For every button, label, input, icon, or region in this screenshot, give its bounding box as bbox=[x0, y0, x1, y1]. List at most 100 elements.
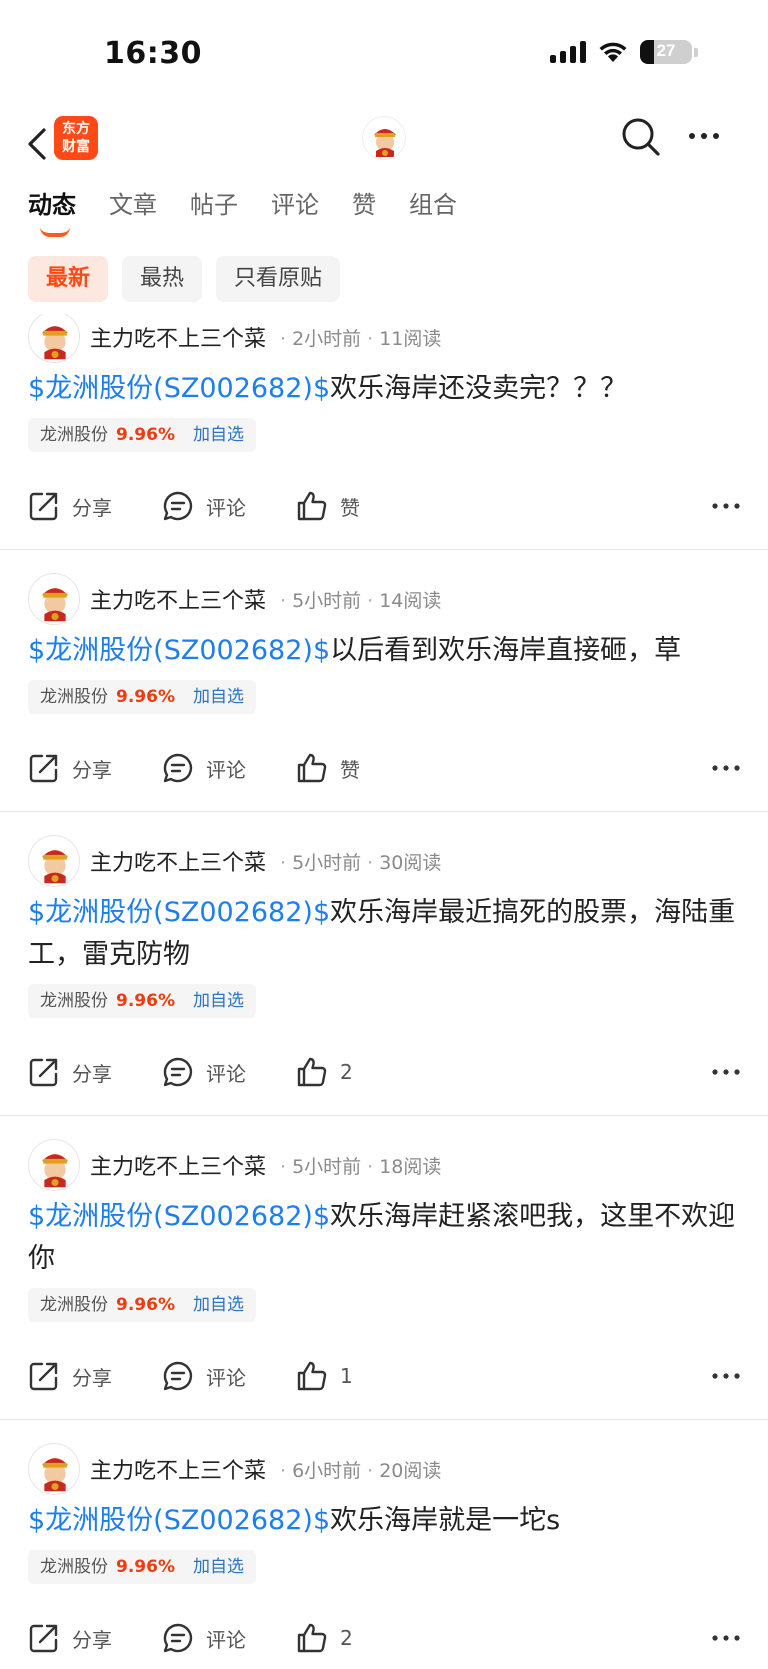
filter-original-only[interactable]: 只看原贴 bbox=[216, 256, 341, 302]
logo-text-line2: 财富 bbox=[62, 139, 90, 155]
share-icon bbox=[29, 492, 58, 521]
add-watchlist-button[interactable]: 加自选 bbox=[193, 984, 244, 1018]
like-label: 1 bbox=[340, 1364, 353, 1388]
post-content[interactable]: $龙洲股份(SZ002682)$欢乐海岸最近搞死的股票，海陆重工，雷克防物 bbox=[28, 892, 740, 976]
author-name[interactable]: 主力吃不上三个菜 bbox=[90, 845, 266, 877]
filter-latest[interactable]: 最新 bbox=[28, 256, 109, 302]
stock-link[interactable]: $龙洲股份(SZ002682)$ bbox=[28, 635, 330, 666]
post-header: 主力吃不上三个菜 · 2小时前 · 11阅读 bbox=[28, 314, 442, 363]
share-icon bbox=[29, 1624, 58, 1653]
tab-articles[interactable]: 文章 bbox=[109, 183, 157, 233]
comment-icon bbox=[163, 753, 193, 783]
post-item[interactable]: 主力吃不上三个菜 · 6小时前 · 20阅读 $龙洲股份(SZ002682)$欢乐海岸… bbox=[0, 1420, 768, 1669]
eastmoney-logo[interactable]: 东方 财富 bbox=[54, 116, 98, 160]
comment-label: 评论 bbox=[206, 495, 246, 520]
like-button[interactable]: 1 bbox=[296, 1360, 353, 1392]
stock-tag[interactable]: 龙洲股份 9.96% 加自选 bbox=[28, 984, 256, 1018]
comment-button[interactable]: 评论 bbox=[162, 1360, 246, 1392]
search-icon[interactable] bbox=[620, 116, 662, 158]
stock-link[interactable]: $龙洲股份(SZ002682)$ bbox=[28, 897, 330, 928]
add-watchlist-button[interactable]: 加自选 bbox=[193, 680, 244, 714]
post-more-icon[interactable] bbox=[712, 752, 740, 784]
stock-link[interactable]: $龙洲股份(SZ002682)$ bbox=[28, 1201, 330, 1232]
tab-posts[interactable]: 帖子 bbox=[190, 183, 238, 233]
author-avatar[interactable] bbox=[28, 835, 80, 887]
comment-button[interactable]: 评论 bbox=[162, 490, 246, 522]
stock-tag[interactable]: 龙洲股份 9.96% 加自选 bbox=[28, 418, 256, 452]
post-meta: · 2小时前 · 11阅读 bbox=[280, 327, 442, 350]
like-label: 赞 bbox=[340, 757, 360, 782]
post-item[interactable]: 主力吃不上三个菜 · 5小时前 · 14阅读 $龙洲股份(SZ002682)$以后看到… bbox=[0, 550, 768, 812]
post-content[interactable]: $龙洲股份(SZ002682)$欢乐海岸还没卖完？？？ bbox=[28, 368, 740, 410]
author-name[interactable]: 主力吃不上三个菜 bbox=[90, 583, 266, 615]
thumbs-up-icon bbox=[297, 1057, 327, 1087]
comment-icon bbox=[163, 1361, 193, 1391]
stock-tag-change: 9.96% bbox=[116, 687, 175, 707]
stock-tag[interactable]: 龙洲股份 9.96% 加自选 bbox=[28, 1550, 256, 1584]
post-more-icon[interactable] bbox=[712, 1056, 740, 1088]
like-button[interactable]: 2 bbox=[296, 1056, 353, 1088]
author-avatar[interactable] bbox=[28, 314, 80, 363]
comment-button[interactable]: 评论 bbox=[162, 1056, 246, 1088]
post-item[interactable]: 主力吃不上三个菜 · 2小时前 · 11阅读 $龙洲股份(SZ002682)$欢乐海岸… bbox=[0, 314, 768, 550]
share-button[interactable]: 分享 bbox=[28, 752, 112, 784]
logo-text-line1: 东方 bbox=[62, 121, 90, 137]
post-item[interactable]: 主力吃不上三个菜 · 5小时前 · 30阅读 $龙洲股份(SZ002682)$欢乐海岸… bbox=[0, 812, 768, 1116]
thumbs-up-icon bbox=[297, 1623, 327, 1653]
comment-button[interactable]: 评论 bbox=[162, 752, 246, 784]
stock-tag[interactable]: 龙洲股份 9.96% 加自选 bbox=[28, 1288, 256, 1322]
post-reads: 30阅读 bbox=[379, 851, 442, 874]
post-meta: · 5小时前 · 14阅读 bbox=[280, 589, 442, 612]
like-label: 2 bbox=[340, 1060, 353, 1084]
cellular-signal-icon bbox=[550, 41, 586, 63]
post-content[interactable]: $龙洲股份(SZ002682)$欢乐海岸就是一坨s bbox=[28, 1500, 740, 1542]
avatar-mascot-icon bbox=[42, 326, 68, 360]
more-options-icon[interactable] bbox=[684, 116, 724, 156]
stock-tag[interactable]: 龙洲股份 9.96% 加自选 bbox=[28, 680, 256, 714]
post-body: 欢乐海岸还没卖完？？？ bbox=[330, 373, 628, 404]
stock-link[interactable]: $龙洲股份(SZ002682)$ bbox=[28, 1505, 330, 1536]
share-button[interactable]: 分享 bbox=[28, 1360, 112, 1392]
author-avatar[interactable] bbox=[28, 1443, 80, 1495]
add-watchlist-button[interactable]: 加自选 bbox=[193, 1288, 244, 1322]
post-actions: 分享 评论 2 bbox=[28, 1052, 740, 1092]
author-name[interactable]: 主力吃不上三个菜 bbox=[90, 1453, 266, 1485]
post-more-icon[interactable] bbox=[712, 1360, 740, 1392]
comment-button[interactable]: 评论 bbox=[162, 1622, 246, 1654]
tab-dynamic[interactable]: 动态 bbox=[28, 183, 76, 237]
like-button[interactable]: 赞 bbox=[296, 752, 360, 784]
share-label: 分享 bbox=[72, 1061, 112, 1086]
share-button[interactable]: 分享 bbox=[28, 490, 112, 522]
battery-icon: 27 bbox=[640, 40, 692, 64]
author-avatar[interactable] bbox=[28, 1139, 80, 1191]
author-name[interactable]: 主力吃不上三个菜 bbox=[90, 321, 266, 353]
post-time: 5小时前 bbox=[292, 1155, 362, 1178]
tab-likes[interactable]: 赞 bbox=[352, 183, 376, 233]
post-content[interactable]: $龙洲股份(SZ002682)$欢乐海岸赶紧滚吧我，这里不欢迎你 bbox=[28, 1196, 740, 1280]
stock-tag-name: 龙洲股份 bbox=[40, 1557, 108, 1577]
battery-percent: 27 bbox=[656, 41, 676, 60]
share-button[interactable]: 分享 bbox=[28, 1622, 112, 1654]
share-button[interactable]: 分享 bbox=[28, 1056, 112, 1088]
avatar-mascot-icon bbox=[42, 850, 68, 884]
user-avatar[interactable] bbox=[362, 116, 406, 160]
stock-link[interactable]: $龙洲股份(SZ002682)$ bbox=[28, 373, 330, 404]
like-button[interactable]: 赞 bbox=[296, 490, 360, 522]
share-icon bbox=[29, 1058, 58, 1087]
tab-portfolio[interactable]: 组合 bbox=[409, 183, 457, 233]
add-watchlist-button[interactable]: 加自选 bbox=[193, 1550, 244, 1584]
share-label: 分享 bbox=[72, 1627, 112, 1652]
post-more-icon[interactable] bbox=[712, 490, 740, 522]
share-icon bbox=[29, 754, 58, 783]
filter-hottest[interactable]: 最热 bbox=[122, 256, 203, 302]
like-button[interactable]: 2 bbox=[296, 1622, 353, 1654]
add-watchlist-button[interactable]: 加自选 bbox=[193, 418, 244, 452]
post-time: 5小时前 bbox=[292, 851, 362, 874]
post-item[interactable]: 主力吃不上三个菜 · 5小时前 · 18阅读 $龙洲股份(SZ002682)$欢乐海岸… bbox=[0, 1116, 768, 1420]
author-name[interactable]: 主力吃不上三个菜 bbox=[90, 1149, 266, 1181]
author-avatar[interactable] bbox=[28, 573, 80, 625]
tab-comments[interactable]: 评论 bbox=[271, 183, 319, 233]
post-meta: · 5小时前 · 30阅读 bbox=[280, 851, 442, 874]
post-more-icon[interactable] bbox=[712, 1622, 740, 1654]
post-content[interactable]: $龙洲股份(SZ002682)$以后看到欢乐海岸直接砸，草 bbox=[28, 630, 740, 672]
